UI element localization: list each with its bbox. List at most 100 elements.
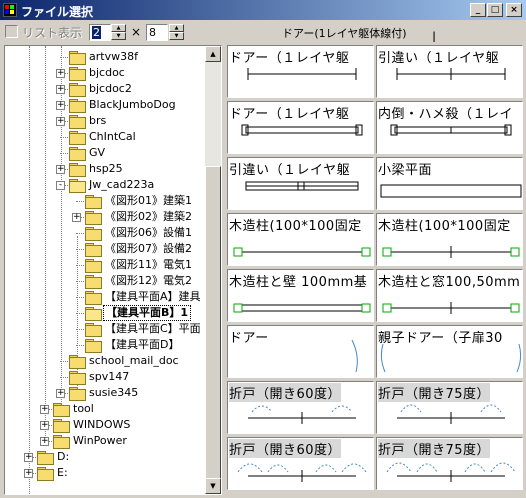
folder-icon — [85, 339, 102, 353]
rows-spinner[interactable]: ▲ ▼ — [169, 24, 184, 41]
expand-icon[interactable]: + — [40, 437, 49, 446]
list-view-checkbox[interactable] — [5, 25, 18, 38]
expand-icon[interactable]: + — [56, 85, 65, 94]
thumbnail-caption: 木造柱(100*100固定 — [229, 219, 362, 234]
folder-icon — [69, 131, 86, 145]
rows-input[interactable]: 8 — [146, 24, 168, 41]
tree-node-label: school_mail_doc — [89, 354, 179, 367]
collapse-icon[interactable]: - — [56, 181, 65, 190]
spin-down-icon[interactable]: ▼ — [111, 32, 126, 40]
expand-icon[interactable]: + — [24, 453, 33, 462]
scroll-down-icon[interactable]: ▼ — [205, 478, 221, 494]
tree-node[interactable]: 《図形06》設備1 — [5, 225, 205, 241]
expand-icon[interactable]: + — [56, 101, 65, 110]
expand-icon[interactable]: + — [56, 69, 65, 78]
tree-node-label: 【建具平面B】1 — [103, 305, 192, 321]
columns-spinner[interactable]: ▲ ▼ — [111, 24, 126, 41]
tree-node[interactable]: + 《図形02》建築2 — [5, 209, 205, 225]
expand-icon[interactable]: + — [24, 469, 33, 478]
window-title: ファイル選択 — [21, 5, 94, 19]
thumbnail-cell[interactable]: 折戸（開き60度） — [227, 381, 374, 434]
expand-icon[interactable]: + — [40, 421, 49, 430]
thumbnail-cell[interactable]: ドアー（１レイヤ躯 — [227, 101, 374, 154]
close-button[interactable]: × — [506, 3, 522, 17]
tree-node[interactable]: + bjcdoc2 — [5, 81, 205, 97]
maximize-button[interactable]: □ — [487, 3, 503, 17]
scroll-thumb[interactable] — [205, 166, 221, 482]
folder-icon — [69, 355, 86, 369]
tree-node[interactable]: + susie345 — [5, 385, 205, 401]
spin-up-icon[interactable]: ▲ — [111, 24, 126, 32]
folder-icon — [53, 435, 70, 449]
expand-icon[interactable]: + — [56, 165, 65, 174]
tree-node[interactable]: + brs — [5, 113, 205, 129]
tree-node-label: susie345 — [89, 386, 139, 399]
expand-icon[interactable]: + — [56, 117, 65, 126]
folder-icon — [53, 419, 70, 433]
thumbnail-cell[interactable]: 折戸（開き75度） — [376, 437, 523, 490]
tree-vertical-scrollbar[interactable]: ▲ ▼ — [205, 46, 221, 494]
tree-node[interactable]: + tool — [5, 401, 205, 417]
tree-node-label: 《図形06》設備1 — [105, 226, 192, 239]
thumbnail-cell[interactable]: 親子ドアー（子扉30 — [376, 325, 523, 378]
spin-down-icon[interactable]: ▼ — [169, 32, 184, 40]
thumbnail-caption: 引違い（１レイヤ躯 — [229, 163, 351, 178]
thumbnail-cell[interactable]: 木造柱(100*100固定 — [227, 213, 374, 266]
title-bar[interactable]: ファイル選択 _ □ × — [0, 0, 526, 20]
tree-node[interactable]: GV — [5, 145, 205, 161]
tree-node-label: 《図形07》設備2 — [105, 242, 192, 255]
expand-icon[interactable]: + — [56, 389, 65, 398]
tree-node[interactable]: - Jw_cad223a — [5, 177, 205, 193]
tree-node[interactable]: artvw38f — [5, 49, 205, 65]
folder-icon — [69, 115, 86, 129]
folder-icon — [37, 451, 54, 465]
expand-icon[interactable]: + — [72, 213, 81, 222]
thumbnail-caption: 木造柱と壁 100mm基 — [229, 275, 368, 290]
tree-node[interactable]: + E: — [5, 465, 205, 481]
columns-input[interactable]: 2 — [89, 24, 111, 41]
tree-node[interactable]: + D: — [5, 449, 205, 465]
thumbnail-cell[interactable]: ドアー（１レイヤ躯 — [227, 45, 374, 98]
tree-node[interactable]: + BlackJumboDog — [5, 97, 205, 113]
thumbnail-cell[interactable]: 引違い（１レイヤ躯 — [376, 45, 523, 98]
tree-node[interactable]: 【建具平面A】建具 — [5, 289, 205, 305]
tree-node[interactable]: ChIntCal — [5, 129, 205, 145]
tree-node[interactable]: + WinPower — [5, 433, 205, 449]
tree-node-label: E: — [57, 466, 68, 479]
folder-icon — [85, 307, 102, 321]
folder-tree[interactable]: artvw38f + bjcdoc + bjcdoc2 + BlackJumboDog + br… — [4, 45, 222, 495]
folder-icon — [69, 147, 86, 161]
tree-node[interactable]: 《図形11》電気1 — [5, 257, 205, 273]
tree-node[interactable]: 《図形12》電気2 — [5, 273, 205, 289]
tree-node[interactable]: + bjcdoc — [5, 65, 205, 81]
tree-node[interactable]: + hsp25 — [5, 161, 205, 177]
tree-node[interactable]: 【建具平面B】1 — [5, 305, 205, 321]
ibeam-cursor-icon: I — [432, 30, 437, 46]
thumbnail-cell[interactable]: 木造柱(100*100固定 — [376, 213, 523, 266]
thumbnail-caption: 折戸（開き60度） — [229, 439, 342, 458]
thumbnail-cell[interactable]: ドアー — [227, 325, 374, 378]
tree-node[interactable]: 《図形01》建築1 — [5, 193, 205, 209]
scroll-up-icon[interactable]: ▲ — [205, 46, 221, 62]
thumbnail-cell[interactable]: 内倒・ハメ殺（１レイ — [376, 101, 523, 154]
tree-node[interactable]: school_mail_doc — [5, 353, 205, 369]
tree-node[interactable]: spv147 — [5, 369, 205, 385]
spin-up-icon[interactable]: ▲ — [169, 24, 184, 32]
thumbnail-cell[interactable]: 小梁平面 — [376, 157, 523, 210]
tree-node-label: Jw_cad223a — [89, 178, 155, 191]
thumbnail-cell[interactable]: 木造柱と窓100,50mm — [376, 269, 523, 322]
minimize-button[interactable]: _ — [470, 3, 486, 17]
folder-tree-content: artvw38f + bjcdoc + bjcdoc2 + BlackJumboDog + br… — [5, 46, 205, 494]
tree-node[interactable]: 【建具平面D】 — [5, 337, 205, 353]
thumbnail-cell[interactable]: 引違い（１レイヤ躯 — [227, 157, 374, 210]
thumbnail-cell[interactable]: 折戸（開き60度） — [227, 437, 374, 490]
thumbnail-cell[interactable]: 折戸（開き75度） — [376, 381, 523, 434]
thumbnail-caption: ドアー（１レイヤ躯 — [229, 107, 350, 122]
thumbnail-caption: 内倒・ハメ殺（１レイ — [378, 107, 514, 122]
tree-node[interactable]: 《図形07》設備2 — [5, 241, 205, 257]
folder-icon — [85, 275, 102, 289]
tree-node[interactable]: 【建具平面C】平面 — [5, 321, 205, 337]
tree-node[interactable]: + WINDOWS — [5, 417, 205, 433]
expand-icon[interactable]: + — [40, 405, 49, 414]
thumbnail-cell[interactable]: 木造柱と壁 100mm基 — [227, 269, 374, 322]
